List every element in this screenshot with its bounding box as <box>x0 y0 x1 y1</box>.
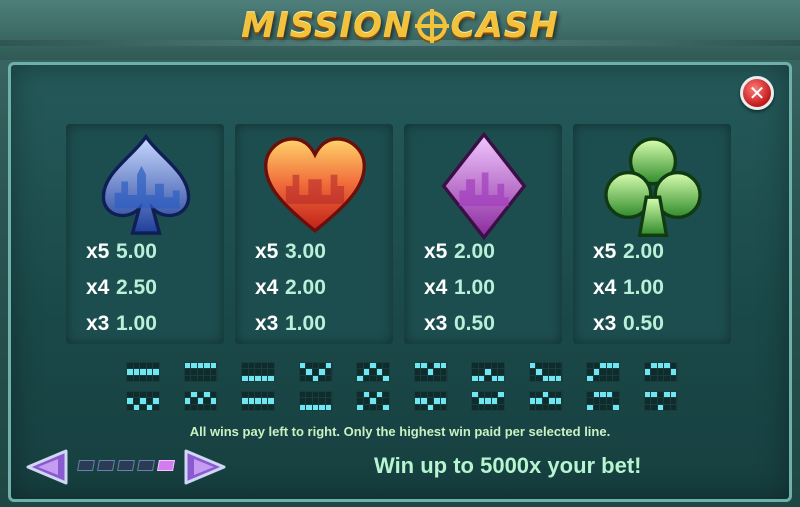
paytable-card-heart: x5 3.00 x4 2.00 x3 1.00 <box>235 124 393 344</box>
crosshair-icon <box>414 9 449 43</box>
payline-icon <box>528 362 563 382</box>
page-dot[interactable] <box>97 460 115 471</box>
payline-icon <box>356 362 390 382</box>
paylines-grid <box>126 362 686 414</box>
pay-row: x4 1.00 <box>593 276 664 299</box>
payline-icon <box>471 391 505 411</box>
payline-icon <box>586 362 620 382</box>
pay-row: x4 1.00 <box>424 276 495 299</box>
logo-text-right: CASH <box>450 6 559 46</box>
paytable-card-club: x5 2.00 x4 1.00 x3 0.50 <box>573 124 731 344</box>
payline-icon <box>183 362 218 382</box>
payline-icon <box>586 391 620 411</box>
pay-row: x3 0.50 <box>424 312 495 335</box>
close-icon: ✕ <box>748 82 766 105</box>
close-button[interactable]: ✕ <box>740 76 774 110</box>
payline-icon <box>356 391 390 411</box>
page-dot[interactable] <box>157 460 175 471</box>
paytable-card-diamond: x5 2.00 x4 1.00 x3 0.50 <box>404 124 562 344</box>
next-page-button[interactable] <box>182 447 228 487</box>
payline-icon <box>298 362 333 382</box>
spade-icon <box>101 133 191 235</box>
arrow-right-icon <box>184 449 226 485</box>
pay-row: x5 2.00 <box>593 240 664 263</box>
pay-row: x3 1.00 <box>86 312 157 335</box>
pay-row: x5 3.00 <box>255 240 326 263</box>
payline-icon <box>298 391 333 411</box>
pay-row: x4 2.00 <box>255 276 326 299</box>
payline-icon <box>413 391 448 411</box>
payline-icon <box>471 362 505 382</box>
payline-icon <box>643 362 678 382</box>
payline-icon <box>126 391 160 411</box>
pay-row: x4 2.50 <box>86 276 157 299</box>
logo-text-left: MISSION <box>241 6 413 46</box>
diamond-icon <box>441 131 527 241</box>
payline-icon <box>241 362 275 382</box>
page-dot[interactable] <box>77 460 95 471</box>
rules-text: All wins pay left to right. Only the hig… <box>189 424 611 439</box>
page-dot[interactable] <box>137 460 155 471</box>
heart-icon <box>264 137 366 233</box>
game-logo: MISSION CASH <box>0 2 800 50</box>
payline-icon <box>413 362 448 382</box>
payline-icon <box>241 391 275 411</box>
page-indicator <box>77 460 175 471</box>
club-icon <box>604 137 702 237</box>
arrow-left-icon <box>26 449 68 485</box>
payline-icon <box>643 391 678 411</box>
payline-icon <box>183 391 218 411</box>
max-win-text: Win up to 5000x your bet! <box>374 453 642 478</box>
pay-row: x5 5.00 <box>86 240 157 263</box>
prev-page-button[interactable] <box>24 447 70 487</box>
paytable-card-spade: x5 5.00 x4 2.50 x3 1.00 <box>66 124 224 344</box>
pay-row: x3 1.00 <box>255 312 326 335</box>
page-dot[interactable] <box>117 460 135 471</box>
pay-row: x3 0.50 <box>593 312 664 335</box>
payline-icon <box>126 362 160 382</box>
payline-icon <box>528 391 563 411</box>
pay-row: x5 2.00 <box>424 240 495 263</box>
